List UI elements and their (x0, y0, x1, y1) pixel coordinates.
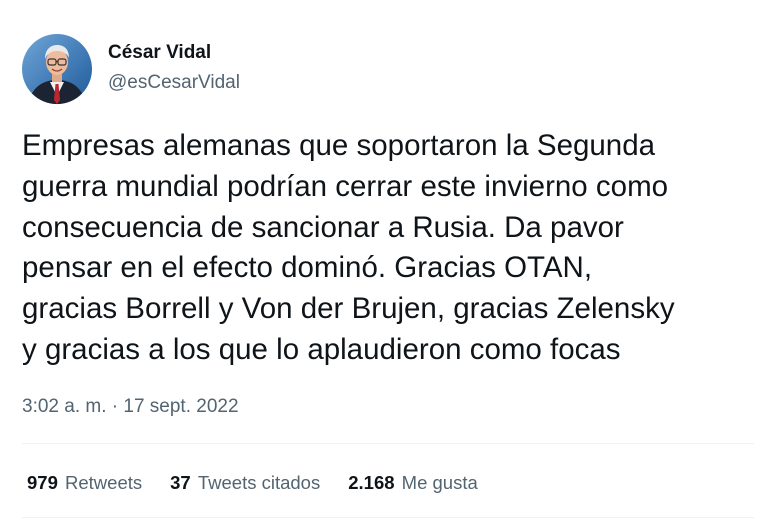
retweets-count: 979 (27, 472, 58, 493)
tweet-text-line: pensar en el efecto dominó. Gracias OTAN… (22, 251, 593, 285)
quote-tweets-label: Tweets citados (197, 472, 321, 493)
tweet-time[interactable]: 3:02 a. m. (22, 396, 107, 417)
likes-count: 2.168 (348, 472, 395, 493)
tweet-timestamp: 3:02 a. m. · 17 sept. 2022 (22, 395, 239, 419)
author-handle[interactable]: @esCesarVidal (108, 71, 240, 95)
tweet-text-line: y gracias a los que lo aplaudieron como … (22, 332, 621, 366)
timestamp-separator: · (111, 396, 119, 417)
author-avatar[interactable] (22, 34, 92, 104)
profile-photo-icon (22, 34, 92, 104)
quote-tweets-count: 37 (170, 472, 191, 493)
retweets-label: Retweets (65, 472, 143, 493)
tweet-date[interactable]: 17 sept. 2022 (123, 396, 238, 417)
quote-tweets-link[interactable]: 37 Tweets citados (170, 471, 320, 495)
tweet-text-line: gracias Borrell y Von der Brujen, gracia… (22, 292, 675, 326)
tweet-text-line: Empresas alemanas que soportaron la Segu… (22, 129, 656, 162)
retweets-link[interactable]: 979 Retweets (27, 471, 142, 495)
tweet-stats: 979 Retweets 37 Tweets citados 2.168 Me … (27, 471, 506, 495)
divider (22, 517, 754, 518)
divider (22, 443, 754, 444)
author-name[interactable]: César Vidal (108, 41, 211, 65)
tweet-card: César Vidal @esCesarVidal Empresas alema… (0, 0, 776, 521)
likes-label: Me gusta (401, 472, 478, 493)
tweet-text-line: guerra mundial podrían cerrar este invie… (22, 169, 669, 203)
tweet-text-line: consecuencia de sancionar a Rusia. Da pa… (22, 210, 624, 244)
likes-link[interactable]: 2.168 Me gusta (348, 471, 478, 495)
tweet-text: Empresas alemanas que soportaron la Segu… (22, 126, 762, 371)
